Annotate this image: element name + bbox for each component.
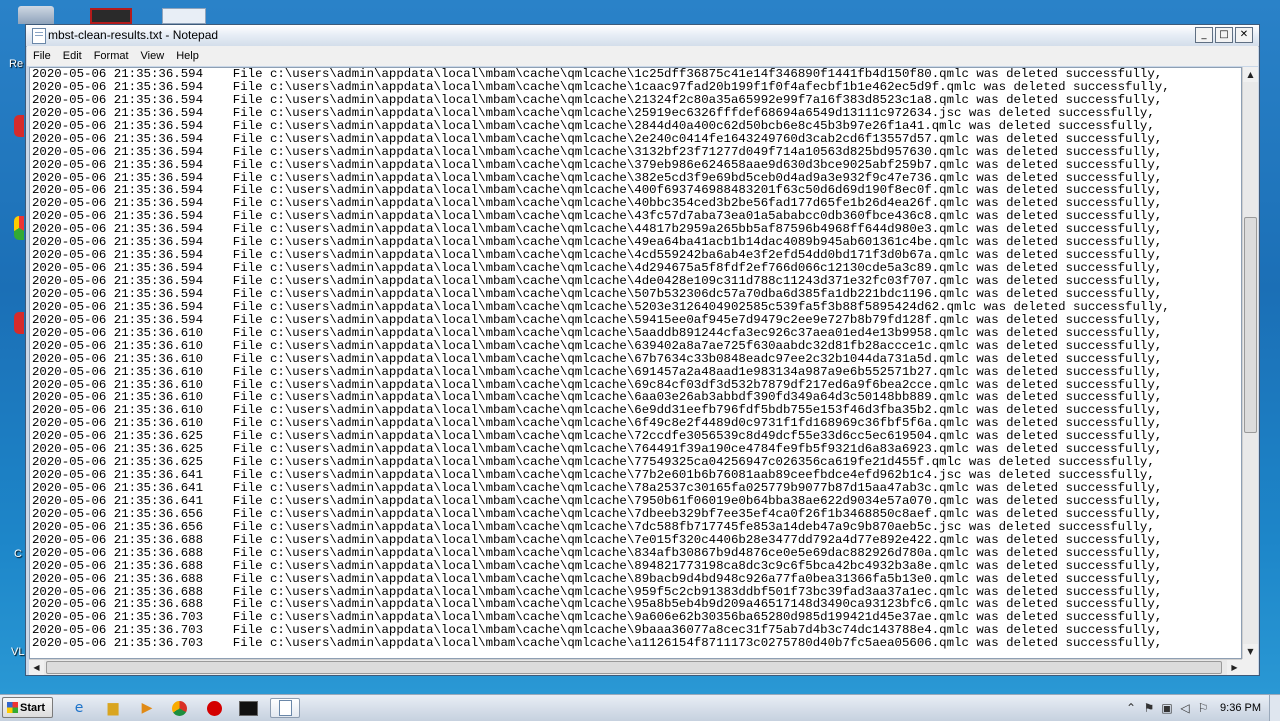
show-desktop-button[interactable] [1269,695,1280,721]
log-line: 2020-05-06 21:35:36.594 File c:\users\ad… [32,92,1163,107]
menu-format[interactable]: Format [88,50,135,62]
menu-edit[interactable]: Edit [57,50,88,62]
log-line: 2020-05-06 21:35:36.610 File c:\users\ad… [32,325,1163,340]
title-bar[interactable]: mbst-clean-results.txt - Notepad _ □ ✕ [26,25,1259,47]
explorer-icon[interactable]: ▆ [102,698,124,718]
desktop-app-icon[interactable] [14,216,24,240]
show-hidden-icons-icon[interactable]: ⌃ [1122,701,1140,715]
log-line: 2020-05-06 21:35:36.594 File c:\users\ad… [32,157,1163,172]
flag-icon[interactable]: ⚐ [1194,701,1212,715]
log-line: 2020-05-06 21:35:36.656 File c:\users\ad… [32,506,1163,521]
log-line: 2020-05-06 21:35:36.703 File c:\users\ad… [32,636,1163,651]
text-editor[interactable]: 2020-05-06 21:35:36.594 File c:\users\ad… [29,67,1242,659]
windows-logo-icon [7,702,18,713]
desktop-shortcut-icon[interactable] [90,8,132,24]
scroll-left-arrow-icon[interactable]: ◀ [29,660,44,675]
log-line: 2020-05-06 21:35:36.688 File c:\users\ad… [32,571,1163,586]
log-line: 2020-05-06 21:35:36.641 File c:\users\ad… [32,481,1163,495]
start-label: Start [20,702,46,714]
menu-bar: File Edit Format View Help [27,46,1258,66]
desktop-app-icon[interactable] [14,115,24,137]
notepad-icon [32,28,46,44]
log-line: 2020-05-06 21:35:36.641 File c:\users\ad… [32,493,1163,508]
stop-icon[interactable] [203,698,225,718]
menu-file[interactable]: File [27,50,57,62]
log-line: 2020-05-06 21:35:36.594 File c:\users\ad… [32,274,1163,288]
log-line: 2020-05-06 21:35:36.610 File c:\users\ad… [32,364,1163,379]
system-tray: ⌃ ⚑ ▣ ◁ ⚐ 9:36 PM [1122,695,1280,721]
log-line: 2020-05-06 21:35:36.594 File c:\users\ad… [32,79,1170,94]
desktop-label-fragment: Re [9,58,24,70]
size-grip[interactable] [1242,659,1258,675]
start-button[interactable]: Start [2,697,53,718]
horizontal-scroll-thumb[interactable] [46,661,1222,674]
log-line: 2020-05-06 21:35:36.688 File c:\users\ad… [32,545,1163,560]
menu-help[interactable]: Help [170,50,205,62]
log-line: 2020-05-06 21:35:36.594 File c:\users\ad… [32,286,1163,301]
notepad-window[interactable]: mbst-clean-results.txt - Notepad _ □ ✕ F… [25,24,1260,676]
log-line: 2020-05-06 21:35:36.594 File c:\users\ad… [32,312,1163,327]
cmd-icon[interactable] [237,698,259,718]
clock[interactable]: 9:36 PM [1220,702,1261,714]
close-button[interactable]: ✕ [1235,27,1253,43]
network-icon[interactable]: ▣ [1158,701,1176,715]
scroll-down-arrow-icon[interactable]: ▼ [1243,644,1258,659]
window-title: mbst-clean-results.txt - Notepad [48,28,219,42]
recycle-bin-icon[interactable] [18,6,54,24]
log-line: 2020-05-06 21:35:36.688 File c:\users\ad… [32,558,1163,573]
log-line: 2020-05-06 21:35:36.594 File c:\users\ad… [32,144,1163,159]
action-center-icon[interactable]: ⚑ [1140,701,1158,715]
log-line: 2020-05-06 21:35:36.610 File c:\users\ad… [32,338,1163,353]
ie-icon[interactable]: e [68,698,90,718]
desktop-label-fragment: VL [11,646,25,658]
desktop-document-icon[interactable] [162,8,206,24]
scroll-up-arrow-icon[interactable]: ▲ [1243,67,1258,82]
log-line: 2020-05-06 21:35:36.656 File c:\users\ad… [32,519,1155,534]
log-line: 2020-05-06 21:35:36.594 File c:\users\ad… [32,118,1155,133]
desktop-app-icon[interactable] [14,312,24,334]
log-line: 2020-05-06 21:35:36.610 File c:\users\ad… [32,351,1163,366]
chrome-icon[interactable] [168,698,190,718]
log-line: 2020-05-06 21:35:36.594 File c:\users\ad… [32,131,1163,146]
volume-icon[interactable]: ◁ [1176,701,1194,715]
window-controls: _ □ ✕ [1195,27,1253,43]
vertical-scrollbar[interactable]: ▲ ▼ [1242,67,1258,659]
log-line: 2020-05-06 21:35:36.688 File c:\users\ad… [32,532,1163,547]
maximize-button[interactable]: □ [1215,27,1233,43]
text-lines: 2020-05-06 21:35:36.594 File c:\users\ad… [32,68,1170,650]
horizontal-scrollbar[interactable]: ◀ ▶ [29,659,1242,675]
log-line: 2020-05-06 21:35:36.594 File c:\users\ad… [32,67,1163,81]
notepad-taskbar-icon[interactable] [270,698,300,718]
desktop-label-fragment: C [14,548,22,560]
vertical-scroll-thumb[interactable] [1244,217,1257,433]
log-line: 2020-05-06 21:35:36.594 File c:\users\ad… [32,105,1155,120]
taskbar: Start e ▆ ▶ ⌃ ⚑ ▣ ◁ ⚐ 9:36 PM [0,694,1280,721]
scroll-right-arrow-icon[interactable]: ▶ [1227,660,1242,675]
media-player-icon[interactable]: ▶ [136,698,158,718]
menu-view[interactable]: View [135,50,171,62]
log-line: 2020-05-06 21:35:36.594 File c:\users\ad… [32,299,1170,314]
minimize-button[interactable]: _ [1195,27,1213,43]
